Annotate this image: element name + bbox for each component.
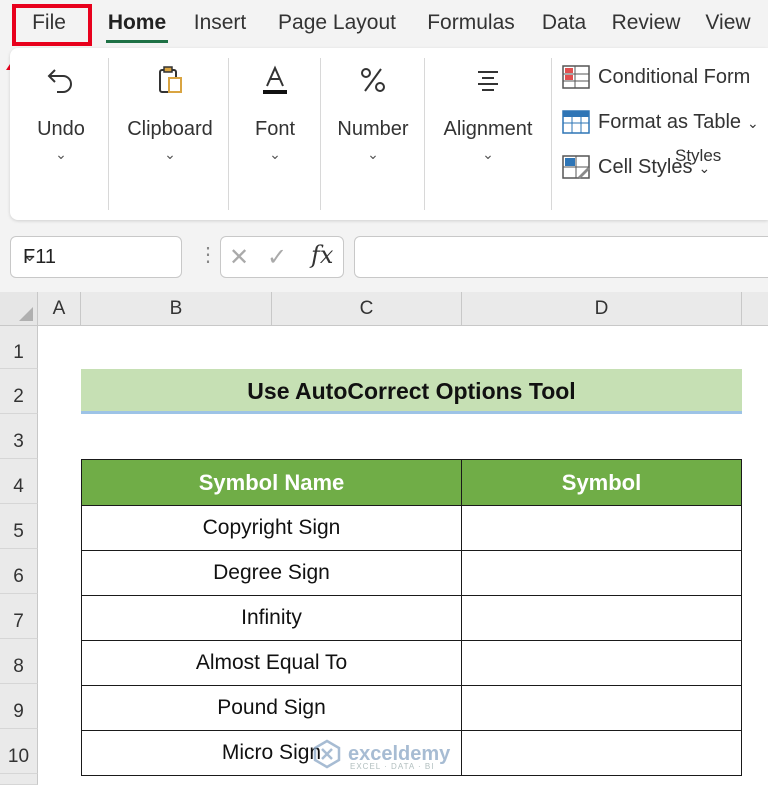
symbol-table: Symbol Name Symbol Copyright Sign Degree… — [81, 459, 742, 776]
symbol-name-cell[interactable]: Degree Sign — [81, 550, 462, 596]
tab-data[interactable]: Data — [534, 0, 594, 46]
undo-label: Undo — [37, 118, 85, 140]
alignment-label: Alignment — [443, 118, 533, 140]
chevron-down-icon: ⌄ — [55, 146, 67, 162]
symbol-name-cell[interactable]: Infinity — [81, 595, 462, 641]
chevron-down-icon: ⌄ — [367, 146, 379, 162]
number-label: Number — [337, 118, 409, 140]
tab-page-layout[interactable]: Page Layout — [268, 0, 406, 46]
clipboard-label: Clipboard — [127, 118, 213, 140]
tab-formulas[interactable]: Formulas — [418, 0, 524, 46]
table-row: Copyright Sign — [81, 505, 742, 551]
sheet-title[interactable]: Use AutoCorrect Options Tool — [81, 369, 742, 414]
enter-icon[interactable]: ✓ — [267, 243, 287, 272]
font-label: Font — [254, 118, 296, 140]
row-header-1[interactable]: 1 — [0, 326, 38, 369]
percent-icon — [361, 68, 385, 92]
conditional-formatting-icon — [562, 64, 590, 89]
symbol-name-cell[interactable]: Pound Sign — [81, 685, 462, 731]
alignment-group[interactable]: Alignment ⌄ — [428, 48, 548, 220]
column-header-b[interactable]: B — [81, 292, 272, 326]
symbol-cell[interactable] — [461, 505, 742, 551]
group-divider — [108, 58, 109, 210]
clipboard-group[interactable]: Clipboard ⌄ — [114, 48, 226, 220]
column-header-c[interactable]: C — [272, 292, 462, 326]
chevron-down-icon: ⌄ — [747, 115, 759, 131]
select-all-corner[interactable] — [0, 292, 38, 326]
row-header-5[interactable]: 5 — [0, 504, 38, 549]
row-header-2[interactable]: 2 — [0, 369, 38, 414]
active-tab-indicator — [106, 40, 168, 43]
group-divider — [424, 58, 425, 210]
format-as-table-icon — [562, 109, 590, 134]
column-header-e[interactable] — [742, 292, 768, 326]
row-header-3[interactable]: 3 — [0, 414, 38, 459]
exceldemy-watermark: exceldemy EXCEL · DATA · BI — [312, 737, 450, 771]
tab-view[interactable]: View — [698, 0, 758, 46]
row-header-4[interactable]: 4 — [0, 459, 38, 504]
group-divider — [320, 58, 321, 210]
name-box[interactable]: F11 ⌄ — [10, 236, 182, 278]
column-header-a[interactable]: A — [38, 292, 81, 326]
group-divider — [228, 58, 229, 210]
row-header-11[interactable] — [0, 774, 38, 785]
formula-input[interactable] — [354, 236, 768, 278]
font-color-icon — [263, 65, 287, 94]
symbol-name-cell[interactable]: Almost Equal To — [81, 640, 462, 686]
column-header-d[interactable]: D — [462, 292, 742, 326]
symbol-cell[interactable] — [461, 640, 742, 686]
tab-review[interactable]: Review — [604, 0, 688, 46]
row-header-9[interactable]: 9 — [0, 684, 38, 729]
number-group[interactable]: Number ⌄ — [326, 48, 420, 220]
chevron-down-icon: ⌄ — [164, 146, 176, 162]
symbol-cell[interactable] — [461, 550, 742, 596]
table-header-row: Symbol Name Symbol — [81, 459, 742, 506]
group-divider — [551, 58, 552, 210]
undo-group[interactable]: Undo ⌄ — [16, 48, 106, 220]
conditional-formatting-label: Conditional Form — [598, 66, 751, 88]
align-center-icon — [478, 71, 498, 91]
clipboard-icon — [159, 66, 182, 93]
format-as-table-label: Format as Table — [598, 111, 742, 133]
file-tab-highlight-box — [12, 4, 92, 46]
cell-styles-icon — [562, 154, 590, 179]
row-header-8[interactable]: 8 — [0, 639, 38, 684]
styles-group-label: Styles — [675, 146, 722, 165]
exceldemy-logo-icon — [313, 739, 341, 769]
insert-function-icon[interactable]: fx — [311, 241, 333, 269]
header-symbol-name[interactable]: Symbol Name — [81, 459, 462, 506]
table-row: Degree Sign — [81, 550, 742, 596]
formula-bar-grip-icon[interactable]: ⋮ — [198, 242, 218, 267]
cancel-icon[interactable]: ✕ — [229, 243, 249, 272]
chevron-down-icon: ⌄ — [482, 146, 494, 162]
undo-icon — [47, 69, 72, 93]
watermark-tagline: EXCEL · DATA · BI — [350, 762, 435, 771]
chevron-down-icon[interactable]: ⌄ — [23, 246, 171, 266]
table-row: Pound Sign — [81, 685, 742, 731]
row-header-7[interactable]: 7 — [0, 594, 38, 639]
header-symbol[interactable]: Symbol — [461, 459, 742, 506]
symbol-cell[interactable] — [461, 730, 742, 776]
conditional-formatting-button[interactable]: Conditional Form — [562, 62, 750, 92]
ribbon-tab-bar: File Home Insert Page Layout Formulas Da… — [0, 0, 768, 46]
font-group[interactable]: Font ⌄ — [234, 48, 316, 220]
symbol-cell[interactable] — [461, 595, 742, 641]
symbol-name-cell[interactable]: Copyright Sign — [81, 505, 462, 551]
format-as-table-button[interactable]: Format as Table ⌄ — [562, 107, 759, 137]
table-row: Infinity — [81, 595, 742, 641]
symbol-cell[interactable] — [461, 685, 742, 731]
formula-buttons: ✕ ✓ fx — [220, 236, 344, 278]
row-header-6[interactable]: 6 — [0, 549, 38, 594]
tab-insert[interactable]: Insert — [184, 0, 256, 46]
chevron-down-icon: ⌄ — [269, 146, 281, 162]
table-row: Almost Equal To — [81, 640, 742, 686]
row-header-10[interactable]: 10 — [0, 729, 38, 774]
